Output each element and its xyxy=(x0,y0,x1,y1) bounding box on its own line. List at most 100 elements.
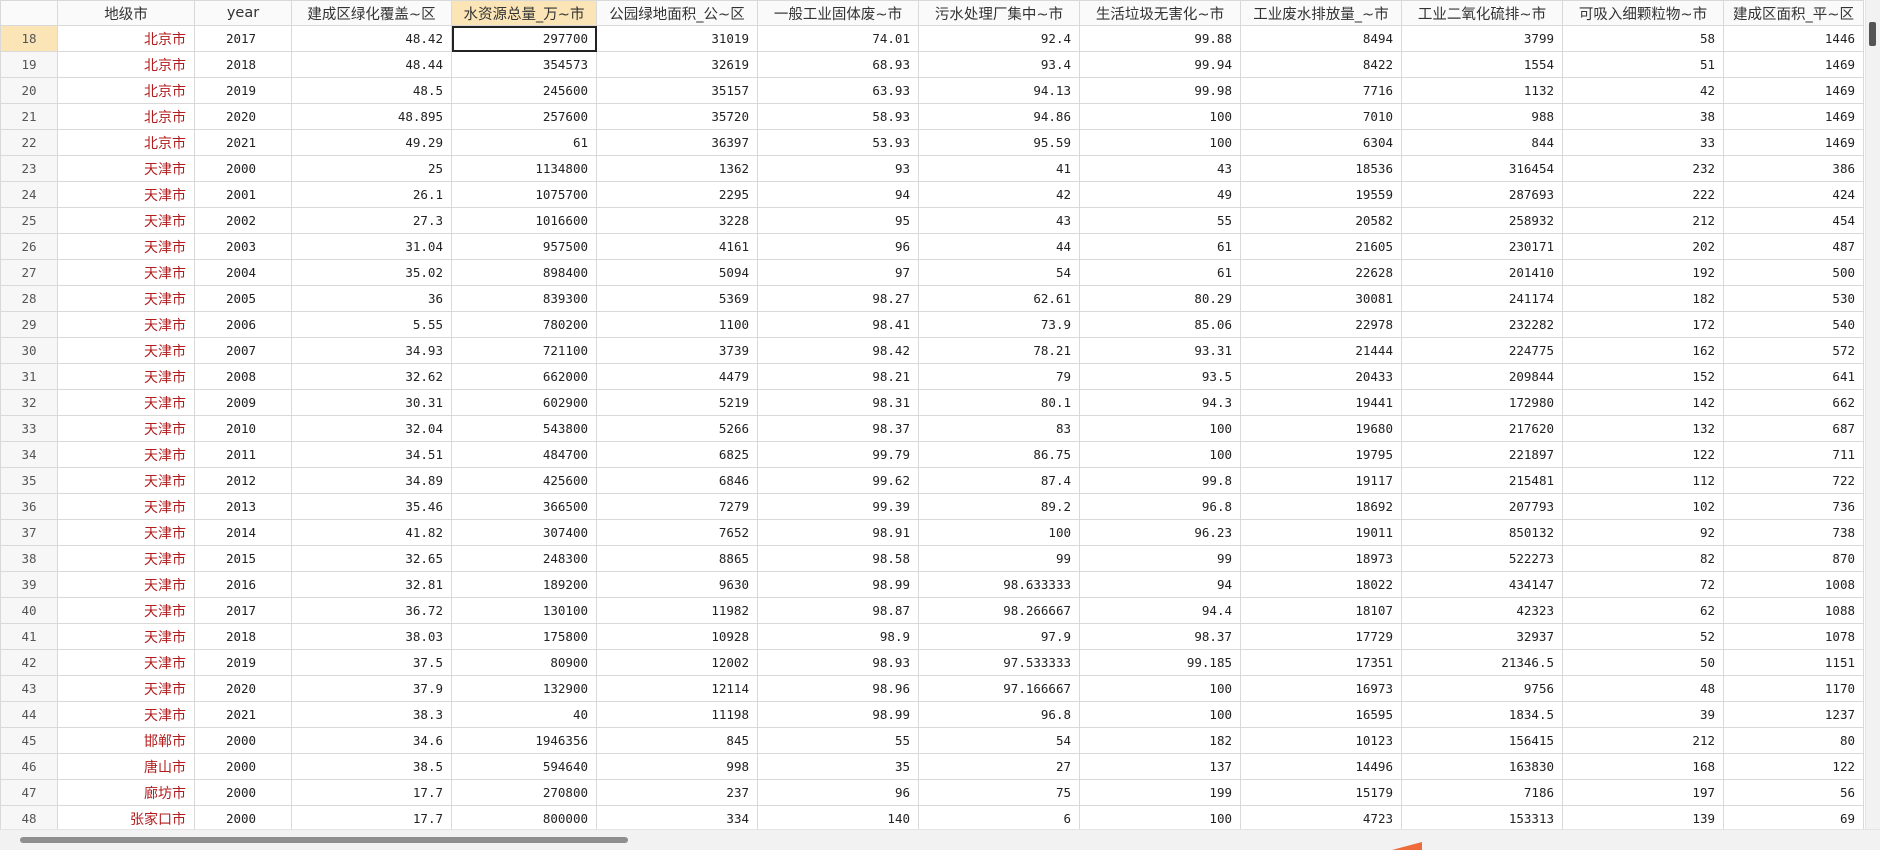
data-cell[interactable]: 93.5 xyxy=(1079,363,1241,390)
table-row[interactable]: 21 北京市 2020 48.895 257600 35720 58.93 94.86 100 7… xyxy=(0,103,1864,130)
row-number[interactable]: 29 xyxy=(0,311,58,338)
data-cell[interactable]: 34.51 xyxy=(291,441,452,468)
year-cell[interactable]: 2010 xyxy=(194,415,292,442)
data-cell[interactable]: 168 xyxy=(1562,753,1724,780)
year-cell[interactable]: 2016 xyxy=(194,571,292,598)
table-row[interactable]: 25 天津市 2002 27.3 1016600 3228 95 43 55 20582 25893… xyxy=(0,207,1864,234)
data-cell[interactable]: 96.8 xyxy=(918,701,1080,728)
data-cell[interactable]: 721100 xyxy=(451,337,597,364)
data-cell[interactable]: 80900 xyxy=(451,649,597,676)
city-cell[interactable]: 北京市 xyxy=(57,103,195,130)
vertical-scroll-thumb[interactable] xyxy=(1869,22,1876,46)
data-cell[interactable]: 11982 xyxy=(596,597,758,624)
data-cell[interactable]: 98.21 xyxy=(757,363,919,390)
data-cell[interactable]: 1151 xyxy=(1723,649,1864,676)
data-cell[interactable]: 98.99 xyxy=(757,571,919,598)
data-cell[interactable]: 222 xyxy=(1562,181,1724,208)
data-cell[interactable]: 1834.5 xyxy=(1401,701,1563,728)
year-cell[interactable]: 2020 xyxy=(194,103,292,130)
row-number[interactable]: 21 xyxy=(0,103,58,130)
data-cell[interactable]: 96.23 xyxy=(1079,519,1241,546)
data-cell[interactable]: 594640 xyxy=(451,753,597,780)
data-cell[interactable]: 1132 xyxy=(1401,77,1563,104)
data-cell[interactable]: 5266 xyxy=(596,415,758,442)
data-cell[interactable]: 49.29 xyxy=(291,129,452,156)
table-row[interactable]: 41 天津市 2018 38.03 175800 10928 98.9 97.9 98.37 17… xyxy=(0,623,1864,650)
data-cell[interactable]: 31019 xyxy=(596,25,758,52)
column-header[interactable]: 工业二氧化硫排~市 xyxy=(1401,0,1563,26)
data-cell[interactable]: 94.3 xyxy=(1079,389,1241,416)
table-row[interactable]: 20 北京市 2019 48.5 245600 35157 63.93 94.13 99.98 7… xyxy=(0,77,1864,104)
data-cell[interactable]: 11198 xyxy=(596,701,758,728)
data-cell[interactable]: 80.29 xyxy=(1079,285,1241,312)
data-cell[interactable]: 99.94 xyxy=(1079,51,1241,78)
table-row[interactable]: 45 邯郸市 2000 34.6 1946356 845 55 54 182 10123 15641… xyxy=(0,727,1864,754)
data-cell[interactable]: 94 xyxy=(1079,571,1241,598)
data-cell[interactable]: 93 xyxy=(757,155,919,182)
year-cell[interactable]: 2000 xyxy=(194,779,292,806)
vertical-scrollbar[interactable] xyxy=(1865,0,1880,830)
city-cell[interactable]: 天津市 xyxy=(57,337,195,364)
data-cell[interactable]: 316454 xyxy=(1401,155,1563,182)
table-row[interactable]: 26 天津市 2003 31.04 957500 4161 96 44 61 21605 23017… xyxy=(0,233,1864,260)
data-cell[interactable]: 100 xyxy=(1079,441,1241,468)
data-cell[interactable]: 42323 xyxy=(1401,597,1563,624)
data-cell[interactable]: 22628 xyxy=(1240,259,1402,286)
data-cell[interactable]: 221897 xyxy=(1401,441,1563,468)
data-cell[interactable]: 27 xyxy=(918,753,1080,780)
data-cell[interactable]: 32.04 xyxy=(291,415,452,442)
data-cell[interactable]: 98.27 xyxy=(757,285,919,312)
data-cell[interactable]: 9756 xyxy=(1401,675,1563,702)
data-cell[interactable]: 22978 xyxy=(1240,311,1402,338)
data-cell[interactable]: 78.21 xyxy=(918,337,1080,364)
data-cell[interactable]: 1134800 xyxy=(451,155,597,182)
data-cell[interactable]: 424 xyxy=(1723,181,1864,208)
data-cell[interactable]: 217620 xyxy=(1401,415,1563,442)
table-row[interactable]: 22 北京市 2021 49.29 61 36397 53.93 95.59 100 6304 84… xyxy=(0,129,1864,156)
year-cell[interactable]: 2020 xyxy=(194,675,292,702)
data-cell[interactable]: 32619 xyxy=(596,51,758,78)
data-cell[interactable]: 16595 xyxy=(1240,701,1402,728)
data-cell[interactable]: 662000 xyxy=(451,363,597,390)
data-cell[interactable]: 50 xyxy=(1562,649,1724,676)
data-cell[interactable]: 40 xyxy=(451,701,597,728)
data-cell[interactable]: 207793 xyxy=(1401,493,1563,520)
data-cell[interactable]: 18973 xyxy=(1240,545,1402,572)
data-cell[interactable]: 72 xyxy=(1562,571,1724,598)
horizontal-scrollbar[interactable] xyxy=(0,829,1880,850)
row-number[interactable]: 35 xyxy=(0,467,58,494)
data-cell[interactable]: 80 xyxy=(1723,727,1864,754)
data-cell[interactable]: 99.39 xyxy=(757,493,919,520)
data-cell[interactable]: 487 xyxy=(1723,233,1864,260)
data-cell[interactable]: 425600 xyxy=(451,467,597,494)
city-cell[interactable]: 张家口市 xyxy=(57,805,195,830)
data-cell[interactable]: 572 xyxy=(1723,337,1864,364)
row-number[interactable]: 19 xyxy=(0,51,58,78)
row-number[interactable]: 40 xyxy=(0,597,58,624)
data-cell[interactable]: 99.79 xyxy=(757,441,919,468)
data-cell[interactable]: 201410 xyxy=(1401,259,1563,286)
data-cell[interactable]: 32.62 xyxy=(291,363,452,390)
data-cell[interactable]: 8494 xyxy=(1240,25,1402,52)
data-cell[interactable]: 49 xyxy=(1079,181,1241,208)
year-cell[interactable]: 2021 xyxy=(194,701,292,728)
data-cell[interactable]: 32.65 xyxy=(291,545,452,572)
data-cell[interactable]: 38 xyxy=(1562,103,1724,130)
column-header[interactable]: 工业废水排放量_~市 xyxy=(1240,0,1402,26)
data-cell[interactable]: 98.96 xyxy=(757,675,919,702)
data-cell[interactable]: 1016600 xyxy=(451,207,597,234)
year-cell[interactable]: 2006 xyxy=(194,311,292,338)
data-cell[interactable]: 36.72 xyxy=(291,597,452,624)
data-cell[interactable]: 172 xyxy=(1562,311,1724,338)
row-number[interactable]: 23 xyxy=(0,155,58,182)
city-cell[interactable]: 天津市 xyxy=(57,389,195,416)
table-row[interactable]: 29 天津市 2006 5.55 780200 1100 98.41 73.9 85.06 229… xyxy=(0,311,1864,338)
data-cell[interactable]: 850132 xyxy=(1401,519,1563,546)
data-cell[interactable]: 5219 xyxy=(596,389,758,416)
year-cell[interactable]: 2011 xyxy=(194,441,292,468)
data-cell[interactable]: 58.93 xyxy=(757,103,919,130)
data-cell[interactable]: 3228 xyxy=(596,207,758,234)
data-cell[interactable]: 1088 xyxy=(1723,597,1864,624)
year-cell[interactable]: 2000 xyxy=(194,727,292,754)
data-cell[interactable]: 132 xyxy=(1562,415,1724,442)
